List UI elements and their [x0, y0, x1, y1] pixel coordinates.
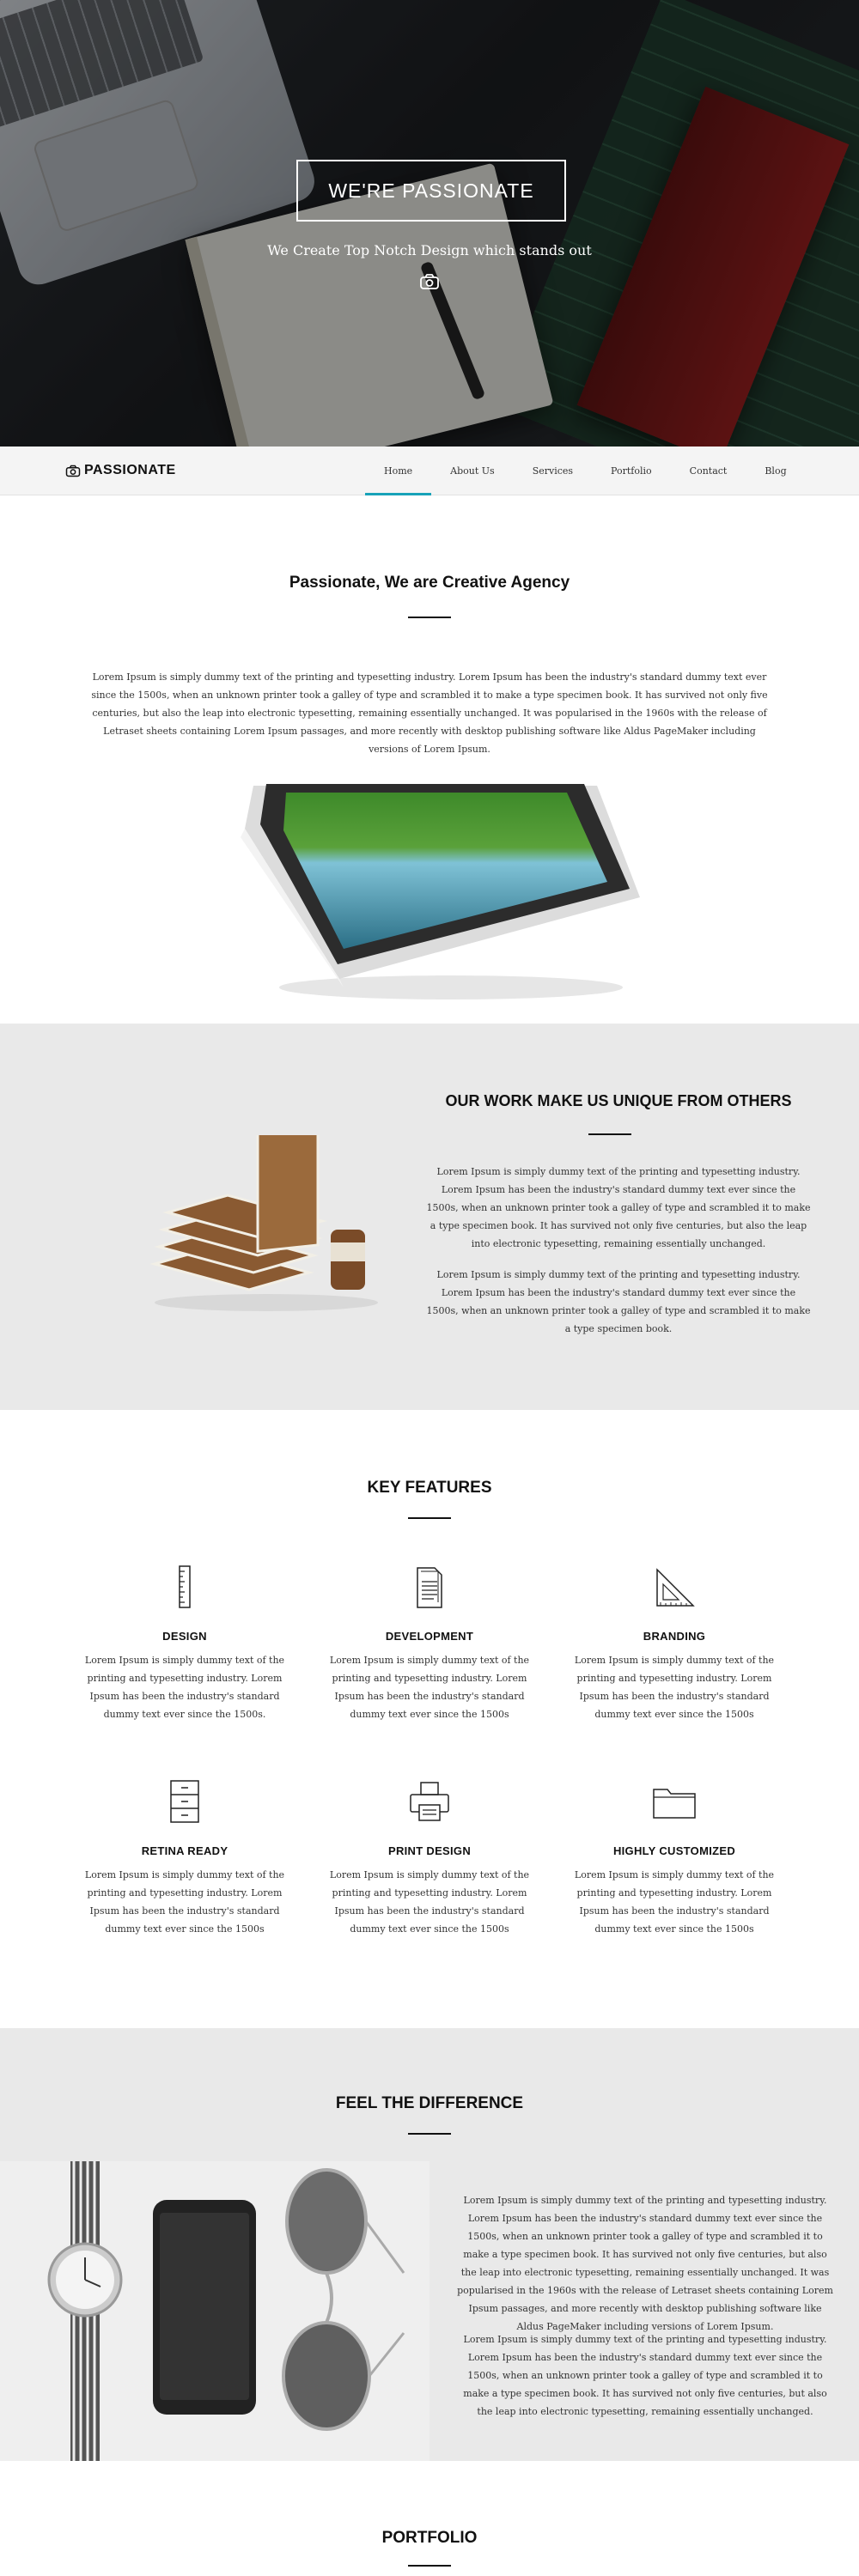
set-square-icon	[656, 1568, 695, 1607]
feature-design: DESIGN Lorem Ipsum is simply dummy text …	[73, 1561, 296, 1723]
features-divider	[408, 1517, 451, 1519]
feature-title: HIGHLY CUSTOMIZED	[612, 1844, 736, 1857]
feature-development: DEVELOPMENT Lorem Ipsum is simply dummy …	[318, 1561, 541, 1723]
about-text: Lorem Ipsum is simply dummy text of the …	[91, 671, 768, 755]
cabinet-icon	[170, 1780, 199, 1823]
document-icon	[417, 1567, 442, 1608]
camera-icon	[65, 465, 81, 477]
difference-paragraph-2: Lorem Ipsum is simply dummy text of the …	[463, 2334, 827, 2417]
portfolio-title: PORTFOLIO	[381, 2529, 478, 2547]
feature-highly-customized: HIGHLY CUSTOMIZED Lorem Ipsum is simply …	[563, 1776, 786, 1938]
feature-text: Lorem Ipsum is simply dummy text of the …	[84, 1655, 285, 1720]
main-navigation: PASSIONATE Home About Us Services Portfo…	[0, 447, 859, 495]
difference-title: FEEL THE DIFFERENCE	[335, 2094, 524, 2112]
folder-icon	[653, 1789, 696, 1819]
feature-title: BRANDING	[643, 1630, 706, 1643]
camera-icon	[420, 274, 439, 289]
hero-subtitle: We Create Top Notch Design which stands …	[267, 242, 592, 258]
feature-title: DEVELOPMENT	[385, 1630, 474, 1643]
feature-text: Lorem Ipsum is simply dummy text of the …	[574, 1869, 775, 1935]
ruler-icon	[179, 1565, 191, 1608]
nav-item-services[interactable]: Services	[514, 447, 592, 495]
features-title: KEY FEATURES	[367, 1479, 492, 1497]
unique-divider	[588, 1133, 631, 1135]
about-divider	[408, 617, 451, 618]
logo[interactable]: PASSIONATE	[65, 463, 176, 478]
difference-paragraph-1: Lorem Ipsum is simply dummy text of the …	[457, 2195, 833, 2332]
feature-print-design: PRINT DESIGN Lorem Ipsum is simply dummy…	[318, 1776, 541, 1938]
feature-branding: BRANDING Lorem Ipsum is simply dummy tex…	[563, 1561, 786, 1723]
difference-section: FEEL THE DIFFERENCE Lorem Ipsum is simpl…	[0, 2028, 859, 2461]
feature-title: PRINT DESIGN	[387, 1844, 472, 1857]
feature-retina-ready: RETINA READY Lorem Ipsum is simply dummy…	[73, 1776, 296, 1938]
feature-text: Lorem Ipsum is simply dummy text of the …	[329, 1869, 530, 1935]
feature-text: Lorem Ipsum is simply dummy text of the …	[574, 1655, 775, 1720]
feature-text: Lorem Ipsum is simply dummy text of the …	[329, 1655, 530, 1720]
difference-divider	[408, 2133, 451, 2135]
hero-title: WE'RE PASSIONATE	[296, 160, 566, 222]
feature-text: Lorem Ipsum is simply dummy text of the …	[84, 1869, 285, 1935]
unique-title: OUR WORK MAKE US UNIQUE FROM OTHERS	[445, 1092, 792, 1109]
feature-title: RETINA READY	[141, 1844, 228, 1857]
books-image	[149, 1135, 378, 1311]
watch-phone-glasses-image	[0, 2161, 430, 2461]
nav-menu: Home About Us Services Portfolio Contact…	[365, 447, 806, 495]
nav-item-contact[interactable]: Contact	[671, 447, 746, 495]
feature-title: DESIGN	[162, 1630, 207, 1643]
about-title: Passionate, We are Creative Agency	[289, 574, 570, 592]
hero-section: WE'RE PASSIONATE We Create Top Notch Des…	[0, 0, 859, 447]
portfolio-divider	[408, 2565, 451, 2567]
unique-paragraph-2: Lorem Ipsum is simply dummy text of the …	[426, 1269, 811, 1334]
unique-paragraph-1: Lorem Ipsum is simply dummy text of the …	[426, 1166, 811, 1249]
nav-item-about-us[interactable]: About Us	[431, 447, 514, 495]
logo-text: PASSIONATE	[84, 463, 176, 477]
nav-item-portfolio[interactable]: Portfolio	[592, 447, 671, 495]
tablet-image	[241, 784, 640, 999]
unique-section: OUR WORK MAKE US UNIQUE FROM OTHERS Lore…	[0, 1024, 859, 1410]
nav-item-home[interactable]: Home	[365, 447, 432, 495]
nav-item-blog[interactable]: Blog	[746, 447, 805, 495]
printer-icon	[410, 1782, 449, 1821]
